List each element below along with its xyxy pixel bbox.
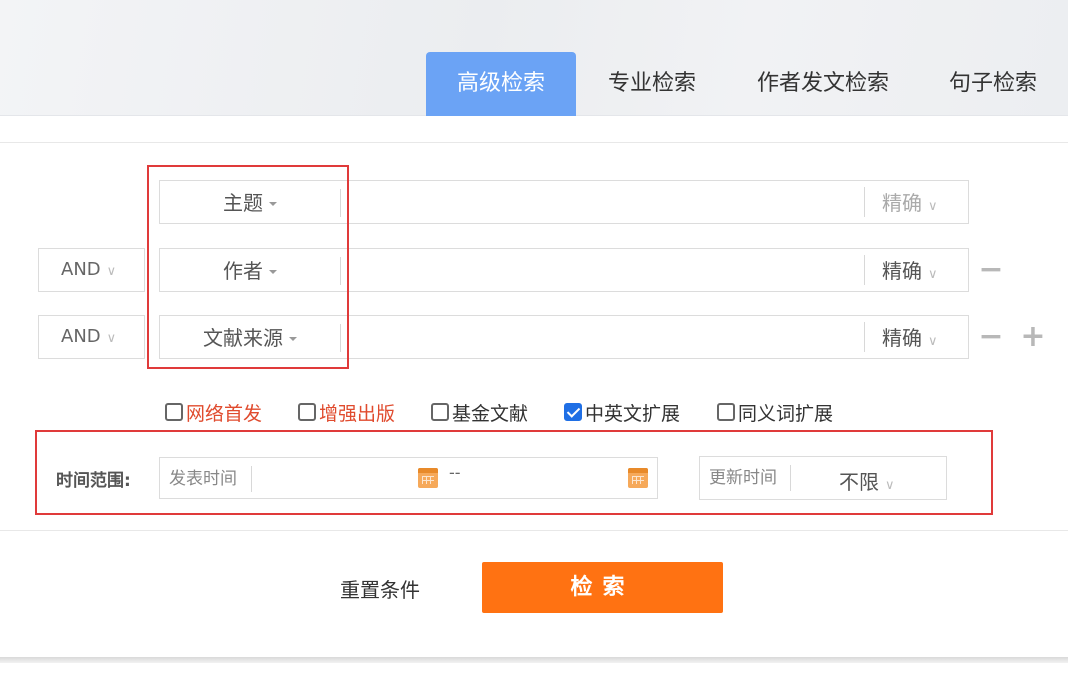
chevron-down-icon: ∨ (928, 267, 938, 282)
divider (790, 465, 791, 491)
option-cn-en-expansion[interactable]: 中英文扩展 (564, 398, 680, 426)
logic-operator-label: AND (61, 326, 101, 347)
search-button[interactable]: 检索 (482, 562, 723, 613)
search-term-input[interactable] (346, 185, 860, 219)
remove-row-button[interactable]: − (978, 315, 1004, 359)
option-label: 基金文献 (452, 402, 529, 425)
match-mode-select[interactable]: 精确 ∨ (882, 181, 938, 229)
update-time-select[interactable]: 更新时间 不限 ∨ (699, 456, 947, 500)
search-term-input[interactable] (346, 320, 860, 354)
checkbox[interactable] (298, 403, 316, 421)
tab-advanced-search[interactable]: 高级检索 (426, 52, 576, 116)
field-select-label: 主题 (223, 191, 263, 215)
remove-row-button[interactable]: − (978, 248, 1004, 292)
option-fund-literature[interactable]: 基金文献 (431, 398, 528, 426)
panel-shadow (0, 657, 1068, 663)
checkbox[interactable] (165, 403, 183, 421)
option-label: 中英文扩展 (585, 402, 681, 425)
logic-operator-select[interactable]: AND ∨ (38, 248, 145, 292)
caret-down-icon (289, 336, 297, 341)
search-row: AND ∨ 作者 精确 ∨ − (0, 248, 1068, 292)
match-mode-label: 精确 (882, 259, 922, 283)
update-time-value: 不限 ∨ (839, 461, 895, 507)
caret-down-icon (269, 201, 277, 206)
option-synonym-expansion[interactable]: 同义词扩展 (717, 398, 833, 426)
chevron-down-icon: ∨ (885, 478, 895, 493)
search-row: AND ∨ 文献来源 精确 ∨ − + (0, 315, 1068, 359)
option-online-first[interactable]: 网络首发 (165, 398, 262, 426)
match-mode-label: 精确 (882, 191, 922, 215)
search-options: 网络首发 增强出版 基金文献 中英文扩展 同义词扩展 (0, 398, 1068, 426)
update-time-value-text: 不限 (839, 470, 879, 494)
tab-author-search[interactable]: 作者发文检索 (728, 52, 918, 116)
date-range-separator: -- (449, 463, 461, 482)
search-field-box: 文献来源 精确 ∨ (159, 315, 969, 359)
match-mode-select[interactable]: 精确 ∨ (882, 316, 938, 364)
divider (340, 189, 341, 217)
divider (864, 255, 865, 285)
search-field-box: 作者 精确 ∨ (159, 248, 969, 292)
option-label: 增强出版 (319, 402, 396, 425)
field-select-label: 作者 (223, 259, 263, 283)
divider (340, 257, 341, 285)
chevron-down-icon: ∨ (928, 199, 938, 214)
option-label: 同义词扩展 (738, 402, 834, 425)
divider (340, 324, 341, 352)
tab-sentence-search[interactable]: 句子检索 (918, 52, 1068, 116)
logic-operator-select[interactable]: AND ∨ (38, 315, 145, 359)
chevron-down-icon: ∨ (106, 331, 117, 346)
checkbox-checked[interactable] (564, 403, 582, 421)
calendar-icon[interactable] (418, 468, 438, 488)
checkbox[interactable] (717, 403, 735, 421)
chevron-down-icon: ∨ (106, 264, 117, 279)
search-row: 主题 精确 ∨ (0, 180, 1068, 224)
time-range-label: 时间范围: (56, 471, 131, 491)
option-label: 网络首发 (186, 402, 263, 425)
calendar-icon[interactable] (628, 468, 648, 488)
add-row-button[interactable]: + (1020, 315, 1046, 359)
publish-time-label: 发表时间 (169, 469, 237, 489)
publish-date-range: 发表时间 -- (159, 457, 658, 499)
divider (251, 466, 252, 492)
search-term-input[interactable] (346, 253, 860, 287)
match-mode-label: 精确 (882, 326, 922, 350)
reset-button[interactable]: 重置条件 (340, 574, 420, 603)
divider (0, 142, 1068, 143)
search-type-tabs: 高级检索 专业检索 作者发文检索 句子检索 (426, 52, 1068, 116)
update-time-label: 更新时间 (709, 468, 777, 488)
logic-operator-label: AND (61, 259, 101, 280)
field-select[interactable]: 作者 (160, 249, 340, 291)
caret-down-icon (269, 269, 277, 274)
divider (0, 530, 1068, 531)
divider (864, 187, 865, 217)
match-mode-select[interactable]: 精确 ∨ (882, 249, 938, 297)
checkbox[interactable] (431, 403, 449, 421)
option-enhanced-publishing[interactable]: 增强出版 (298, 398, 395, 426)
divider (864, 322, 865, 352)
search-field-box: 主题 精确 ∨ (159, 180, 969, 224)
field-select[interactable]: 主题 (160, 181, 340, 223)
chevron-down-icon: ∨ (928, 334, 938, 349)
field-select[interactable]: 文献来源 (160, 316, 340, 358)
field-select-label: 文献来源 (203, 326, 283, 350)
tab-professional-search[interactable]: 专业检索 (576, 52, 728, 116)
